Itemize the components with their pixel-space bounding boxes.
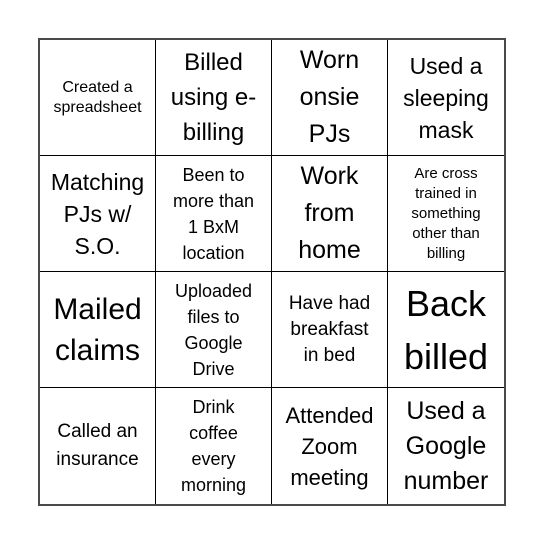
bingo-cell-breakfast-in-bed[interactable]: Have had breakfast in bed: [272, 272, 388, 388]
cell-line: insurance: [56, 449, 139, 470]
cell-line: Attended: [285, 402, 374, 428]
bingo-cell-back-billed[interactable]: Back billed: [388, 272, 504, 388]
cell-line: billing: [182, 119, 245, 146]
cell-line: Created a: [62, 78, 133, 96]
cell-line: Are cross: [414, 164, 478, 182]
cell-label: Are cross trained in something other tha…: [411, 164, 480, 264]
cell-line: home: [298, 236, 361, 264]
cell-label: Worn onsie PJs: [300, 42, 360, 153]
cell-line: breakfast: [290, 318, 369, 340]
cell-line: meeting: [290, 464, 369, 490]
cell-line: Used a: [409, 52, 483, 79]
bingo-cell-worn-onsie-pjs[interactable]: Worn onsie PJs: [272, 40, 388, 156]
cell-line: PJs: [308, 120, 351, 148]
cell-line: location: [182, 242, 245, 263]
bingo-cell-google-number[interactable]: Used a Google number: [388, 388, 504, 504]
cell-label: Mailed claims: [53, 289, 141, 371]
bingo-cell-mailed-claims[interactable]: Mailed claims: [40, 272, 156, 388]
cell-line: mask: [418, 116, 474, 143]
bingo-cell-bxm-location[interactable]: Been to more than 1 BxM location: [156, 156, 272, 272]
cell-line: from: [304, 199, 355, 227]
cell-line: more than: [172, 190, 255, 211]
cell-line: billed: [403, 335, 489, 377]
cell-label: Work from home: [298, 158, 361, 269]
bingo-cell-billed-e-billing[interactable]: Billed using e- billing: [156, 40, 272, 156]
cell-line: Work: [300, 162, 359, 190]
cell-line: Matching: [50, 168, 145, 195]
cell-line: Google: [405, 431, 487, 460]
cell-line: every: [191, 449, 236, 469]
cell-line: Back: [405, 282, 487, 324]
cell-line: PJs w/: [63, 200, 132, 227]
cell-line: 1 BxM: [187, 216, 239, 237]
cell-line: in bed: [303, 344, 356, 366]
cell-line: sleeping: [403, 84, 489, 111]
cell-line: files to: [187, 306, 240, 327]
bingo-cell-uploaded-google-drive[interactable]: Uploaded files to Google Drive: [156, 272, 272, 388]
bingo-cell-cross-trained[interactable]: Are cross trained in something other tha…: [388, 156, 504, 272]
bingo-cell-work-from-home[interactable]: Work from home: [272, 156, 388, 272]
cell-label: Used a Google number: [404, 394, 489, 499]
cell-line: Worn: [299, 46, 360, 74]
cell-line: Drink: [192, 397, 235, 417]
cell-line: Billed: [184, 49, 243, 76]
cell-line: Uploaded: [174, 280, 253, 301]
cell-line: Drive: [192, 358, 235, 379]
cell-label: Created a spreadsheet: [53, 78, 141, 118]
cell-label: Called an insurance: [56, 418, 138, 474]
cell-label: Drink coffee every morning: [181, 394, 246, 498]
bingo-cell-attended-zoom[interactable]: Attended Zoom meeting: [272, 388, 388, 504]
cell-label: Matching PJs w/ S.O.: [51, 166, 144, 262]
cell-line: trained in: [415, 184, 477, 202]
bingo-cell-created-spreadsheet[interactable]: Created a spreadsheet: [40, 40, 156, 156]
cell-label: Back billed: [404, 277, 488, 383]
cell-line: Have had: [288, 292, 371, 314]
cell-line: claims: [54, 333, 140, 367]
bingo-cell-sleeping-mask[interactable]: Used a sleeping mask: [388, 40, 504, 156]
bingo-cell-matching-pjs[interactable]: Matching PJs w/ S.O.: [40, 156, 156, 272]
cell-line: Been to: [182, 164, 245, 185]
cell-line: spreadsheet: [53, 98, 142, 116]
cell-line: morning: [180, 475, 247, 495]
cell-line: S.O.: [74, 232, 121, 259]
cell-label: Used a sleeping mask: [403, 50, 489, 146]
cell-line: onsie: [299, 83, 360, 111]
cell-line: Zoom: [301, 433, 358, 459]
cell-line: number: [403, 466, 489, 495]
cell-label: Uploaded files to Google Drive: [175, 278, 252, 382]
bingo-cell-drink-coffee[interactable]: Drink coffee every morning: [156, 388, 272, 504]
cell-label: Been to more than 1 BxM location: [173, 162, 254, 266]
cell-line: Called an: [57, 421, 138, 442]
cell-line: using e-: [170, 84, 257, 111]
cell-label: Attended Zoom meeting: [285, 400, 373, 493]
cell-line: coffee: [189, 423, 238, 443]
cell-line: Used a: [406, 396, 486, 425]
cell-line: something: [411, 204, 481, 222]
cell-line: Mailed: [53, 292, 142, 326]
bingo-board: Created a spreadsheet Billed using e- bi…: [38, 38, 506, 506]
bingo-cell-called-insurance[interactable]: Called an insurance: [40, 388, 156, 504]
cell-line: Google: [184, 332, 243, 353]
cell-line: billing: [426, 244, 466, 262]
cell-label: Billed using e- billing: [171, 45, 256, 150]
cell-label: Have had breakfast in bed: [289, 291, 370, 369]
cell-line: other than: [412, 224, 480, 242]
